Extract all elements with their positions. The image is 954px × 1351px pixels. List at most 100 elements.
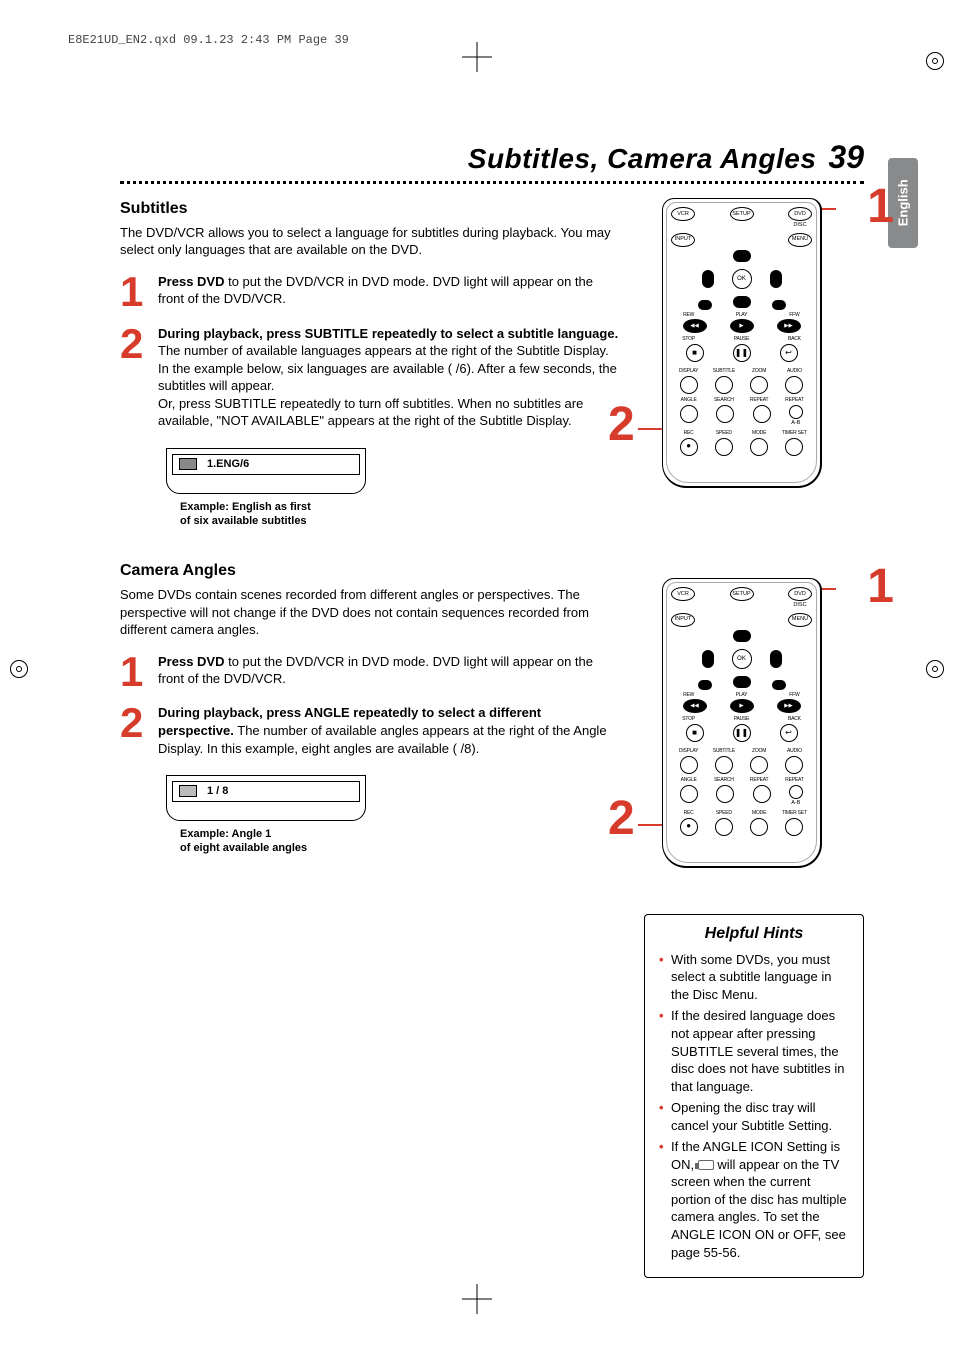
input-button[interactable]: INPUT xyxy=(671,233,695,247)
ab-label: A-B xyxy=(791,420,800,427)
stop-label: STOP xyxy=(671,716,706,723)
nav-pad[interactable]: OK xyxy=(702,250,782,308)
speed-button[interactable] xyxy=(715,818,733,836)
rew-label: REW xyxy=(671,312,706,319)
stop-button[interactable]: ■ xyxy=(686,724,704,742)
zoom-button[interactable] xyxy=(750,756,768,774)
back-button[interactable]: ↩ xyxy=(780,344,798,362)
nav-right-icon[interactable] xyxy=(770,270,782,288)
display-button[interactable] xyxy=(680,376,698,394)
skip-back-icon[interactable] xyxy=(698,680,712,690)
angle-button[interactable] xyxy=(680,405,698,423)
divider xyxy=(120,181,864,184)
remote-diagram-angles: 1 2 VCR SETUP DVDDISC INPUT MENU xyxy=(644,578,864,878)
search-label: SEARCH xyxy=(706,777,741,784)
registration-mark xyxy=(926,52,944,70)
step-text: to put the DVD/VCR in DVD mode. DVD ligh… xyxy=(158,274,593,307)
file-header: E8E21UD_EN2.qxd 09.1.23 2:43 PM Page 39 xyxy=(68,32,349,48)
setup-button[interactable]: SETUP xyxy=(730,207,754,221)
audio-button[interactable] xyxy=(785,756,803,774)
repeat-button[interactable] xyxy=(753,785,771,803)
ok-button[interactable]: OK xyxy=(732,649,752,669)
angles-step-1: 1 Press DVD to put the DVD/VCR in DVD mo… xyxy=(120,653,620,691)
search-label: SEARCH xyxy=(706,397,741,404)
angle-osd-icon xyxy=(179,785,197,797)
stop-button[interactable]: ■ xyxy=(686,344,704,362)
timerset-button[interactable] xyxy=(785,818,803,836)
nav-left-icon[interactable] xyxy=(702,270,714,288)
hint-item: If the desired language does not appear … xyxy=(657,1007,851,1095)
play-label: PLAY xyxy=(724,692,759,699)
mode-button[interactable] xyxy=(750,438,768,456)
hint-item: Opening the disc tray will cancel your S… xyxy=(657,1099,851,1134)
zoom-button[interactable] xyxy=(750,376,768,394)
menu-button[interactable]: MENU xyxy=(788,233,812,247)
ffw-button[interactable]: ▶▶ xyxy=(777,319,801,333)
subtitle-button[interactable] xyxy=(715,376,733,394)
play-button[interactable]: ▶ xyxy=(730,319,754,333)
play-button[interactable]: ▶ xyxy=(730,699,754,713)
setup-button[interactable]: SETUP xyxy=(730,587,754,601)
step-number-icon: 2 xyxy=(120,325,148,430)
ok-button[interactable]: OK xyxy=(732,269,752,289)
display-label: DISPLAY xyxy=(671,368,706,375)
angle-button[interactable] xyxy=(680,785,698,803)
step-number-icon: 2 xyxy=(120,704,148,757)
nav-down-icon[interactable] xyxy=(733,676,751,688)
subtitles-step-1: 1 Press DVD to put the DVD/VCR in DVD mo… xyxy=(120,273,620,311)
nav-pad[interactable]: OK xyxy=(702,630,782,688)
registration-mark xyxy=(10,660,28,678)
rew-button[interactable]: ◀◀ xyxy=(683,699,707,713)
nav-up-icon[interactable] xyxy=(733,250,751,262)
dvd-button[interactable]: DVD xyxy=(788,587,812,601)
skip-fwd-icon[interactable] xyxy=(772,300,786,310)
timerset-button[interactable] xyxy=(785,438,803,456)
nav-down-icon[interactable] xyxy=(733,296,751,308)
zoom-label: ZOOM xyxy=(742,748,777,755)
pause-button[interactable]: ❚❚ xyxy=(733,344,751,362)
ffw-button[interactable]: ▶▶ xyxy=(777,699,801,713)
subtitle-button[interactable] xyxy=(715,756,733,774)
vcr-button[interactable]: VCR xyxy=(671,207,695,221)
search-button[interactable] xyxy=(716,785,734,803)
angle-osd-example: 1 / 8 xyxy=(166,775,366,821)
repeat-ab-button[interactable] xyxy=(789,405,803,419)
rec-button[interactable]: ● xyxy=(680,818,698,836)
dvd-button[interactable]: DVD xyxy=(788,207,812,221)
search-button[interactable] xyxy=(716,405,734,423)
rec-button[interactable]: ● xyxy=(680,438,698,456)
ffw-label: FFW xyxy=(777,312,812,319)
rew-label: REW xyxy=(671,692,706,699)
skip-fwd-icon[interactable] xyxy=(772,680,786,690)
repeat-button[interactable] xyxy=(753,405,771,423)
display-button[interactable] xyxy=(680,756,698,774)
hint-item: If the ANGLE ICON Setting is ON, will ap… xyxy=(657,1138,851,1261)
menu-button[interactable]: MENU xyxy=(788,613,812,627)
nav-up-icon[interactable] xyxy=(733,630,751,642)
subtitles-step-2: 2 During playback, press SUBTITLE repeat… xyxy=(120,325,620,430)
input-button[interactable]: INPUT xyxy=(671,613,695,627)
callout-2-icon: 2 xyxy=(608,406,635,444)
angle-osd-caption: Example: Angle 1 of eight available angl… xyxy=(180,827,620,856)
pause-label: PAUSE xyxy=(724,336,759,343)
subtitle-label: SUBTITLE xyxy=(706,368,741,375)
vcr-button[interactable]: VCR xyxy=(671,587,695,601)
callout-1-icon: 1 xyxy=(867,568,894,606)
speed-button[interactable] xyxy=(715,438,733,456)
mode-button[interactable] xyxy=(750,818,768,836)
step-number-icon: 1 xyxy=(120,273,148,311)
subtitle-osd-value: 1.ENG/6 xyxy=(207,457,249,472)
remote-control: VCR SETUP DVDDISC INPUT MENU OK xyxy=(662,578,822,868)
repeat-ab-button[interactable] xyxy=(789,785,803,799)
angles-step-2: 2 During playback, press ANGLE repeatedl… xyxy=(120,704,620,757)
step-text: to put the DVD/VCR in DVD mode. DVD ligh… xyxy=(158,654,593,687)
rew-button[interactable]: ◀◀ xyxy=(683,319,707,333)
back-button[interactable]: ↩ xyxy=(780,724,798,742)
crop-mark-top xyxy=(468,48,486,66)
nav-right-icon[interactable] xyxy=(770,650,782,668)
audio-button[interactable] xyxy=(785,376,803,394)
pause-button[interactable]: ❚❚ xyxy=(733,724,751,742)
skip-back-icon[interactable] xyxy=(698,300,712,310)
pause-label: PAUSE xyxy=(724,716,759,723)
nav-left-icon[interactable] xyxy=(702,650,714,668)
